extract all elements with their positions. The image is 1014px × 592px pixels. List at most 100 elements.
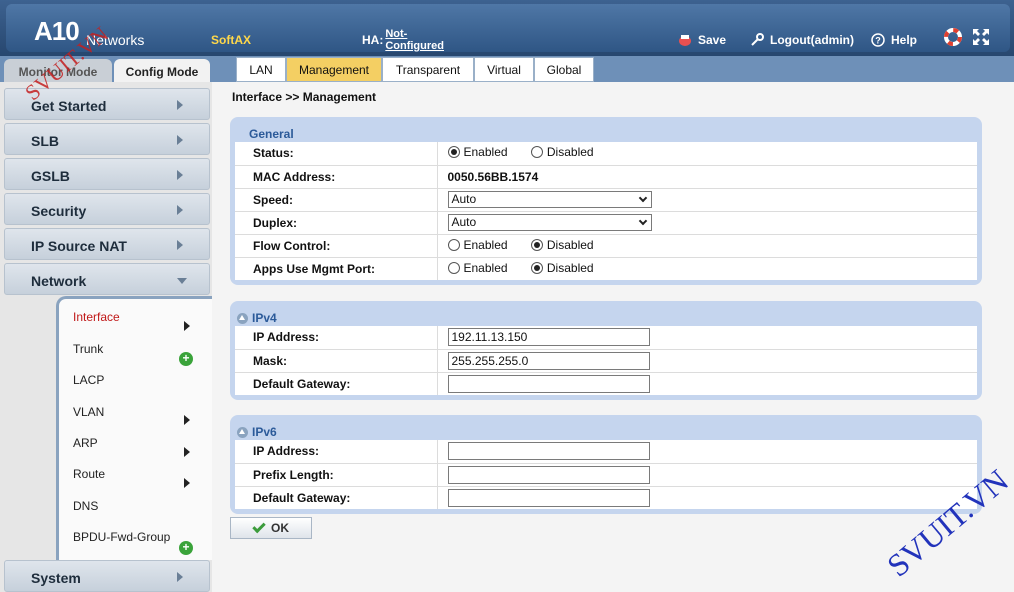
checkmark-icon xyxy=(252,519,266,533)
ha-status: HA: Not- Configured xyxy=(362,28,444,52)
chevron-right-icon[interactable] xyxy=(184,415,190,425)
apps-enabled-radio[interactable]: Enabled xyxy=(447,260,508,275)
ipv4-gateway-input[interactable] xyxy=(447,374,650,393)
chevron-right-icon[interactable] xyxy=(184,447,190,457)
ipv6-form: IP Address: Prefix Length: Default Gatew… xyxy=(235,440,977,509)
flow-control-field: Enabled Disabled xyxy=(437,234,977,258)
panel-title: General xyxy=(249,127,294,141)
ipv6-ip-field xyxy=(437,440,977,464)
flow-enabled-radio[interactable]: Enabled xyxy=(447,238,508,252)
tab-lan[interactable]: LAN xyxy=(236,57,286,82)
chevron-right-icon xyxy=(177,100,183,110)
save-label: Save xyxy=(698,33,727,47)
ipv6-ip-label: IP Address: xyxy=(235,440,438,464)
add-icon[interactable]: + xyxy=(179,352,193,366)
ipv4-panel-header[interactable]: IPv4 xyxy=(235,307,977,326)
table-row: Flow Control: Enabled Disabled xyxy=(235,234,977,258)
table-row: Status: Enabled Disabled xyxy=(235,142,977,166)
help-button[interactable]: ? Help xyxy=(871,33,917,47)
radio-label: Disabled xyxy=(546,260,594,275)
flow-disabled-radio[interactable]: Disabled xyxy=(530,237,594,252)
add-icon[interactable]: + xyxy=(179,541,193,555)
status-enabled-radio[interactable]: Enabled xyxy=(447,145,508,160)
sidebar-item-system[interactable]: System xyxy=(4,560,210,592)
table-row: Speed: Auto xyxy=(235,188,977,212)
ipv6-gateway-label: Default Gateway: xyxy=(235,486,438,509)
submenu-item-trunk[interactable]: Trunk xyxy=(73,342,103,356)
chevron-right-icon xyxy=(177,572,183,582)
tab-global[interactable]: Global xyxy=(534,57,594,82)
ha-label: HA: xyxy=(362,33,384,47)
chevron-right-icon[interactable] xyxy=(184,321,190,331)
app-header: A10 Networks SoftAX HA: Not- Configured … xyxy=(0,0,1014,56)
submenu-item-bpdu-fwd-group[interactable]: BPDU-Fwd-Group xyxy=(73,530,170,544)
table-row: Default Gateway: xyxy=(235,372,977,395)
table-row: Default Gateway: xyxy=(235,486,977,509)
chevron-down-icon xyxy=(638,216,647,226)
duplex-value: Auto xyxy=(451,215,477,229)
apps-disabled-radio[interactable]: Disabled xyxy=(530,260,594,275)
ipv6-prefix-input[interactable] xyxy=(447,465,650,484)
ipv4-ip-input[interactable]: 192.11.13.150 xyxy=(447,328,650,347)
submenu-item-route[interactable]: Route xyxy=(73,467,105,481)
ipv6-panel-header[interactable]: IPv6 xyxy=(235,421,977,440)
radio-selected-icon xyxy=(447,146,460,159)
tab-transparent[interactable]: Transparent xyxy=(382,57,474,82)
ha-status-line1: Not- xyxy=(385,28,408,40)
radio-selected-icon xyxy=(530,261,543,274)
sidebar-item-security[interactable]: Security xyxy=(4,193,210,225)
chevron-down-icon xyxy=(177,278,187,284)
ipv4-mask-input[interactable]: 255.255.255.0 xyxy=(447,351,650,370)
status-disabled-radio[interactable]: Disabled xyxy=(530,145,594,160)
save-button[interactable]: Save xyxy=(678,33,726,47)
general-form: Status: Enabled Disabled MAC Address: 00… xyxy=(235,142,977,280)
status-field: Enabled Disabled xyxy=(437,142,977,166)
speed-value: Auto xyxy=(451,192,477,206)
submenu-item-lacp[interactable]: LACP xyxy=(73,373,104,387)
fullscreen-icon[interactable] xyxy=(972,28,990,46)
apps-mgmt-label: Apps Use Mgmt Port: xyxy=(235,257,438,280)
duplex-field: Auto xyxy=(437,211,977,235)
submenu-item-interface[interactable]: Interface xyxy=(73,310,120,324)
table-row: MAC Address: 0050.56BB.1574 xyxy=(235,165,977,189)
ipv6-gateway-field xyxy=(437,486,977,509)
submenu-item-dns[interactable]: DNS xyxy=(73,499,98,513)
speed-select[interactable]: Auto xyxy=(447,191,652,208)
duplex-select[interactable]: Auto xyxy=(447,214,652,231)
panel-title: IPv6 xyxy=(252,425,277,439)
chevron-down-icon xyxy=(638,193,647,203)
ok-button[interactable]: OK xyxy=(230,517,312,539)
chevron-right-icon[interactable] xyxy=(184,478,190,488)
sidebar-item-ip-source-nat[interactable]: IP Source NAT xyxy=(4,228,210,260)
sidebar-item-network[interactable]: Network xyxy=(4,263,210,295)
ipv6-ip-input[interactable] xyxy=(447,442,650,461)
header-bar: A10 Networks SoftAX HA: Not- Configured … xyxy=(6,4,1010,52)
sidebar-item-gslb[interactable]: GSLB xyxy=(4,158,210,190)
speed-label: Speed: xyxy=(235,188,438,212)
ipv6-gateway-input[interactable] xyxy=(447,488,650,507)
lifebuoy-icon[interactable] xyxy=(944,28,962,46)
radio-label: Disabled xyxy=(546,145,594,160)
collapse-icon[interactable] xyxy=(237,312,248,324)
sidebar-item-slb[interactable]: SLB xyxy=(4,123,210,155)
submenu-item-vlan[interactable]: VLAN xyxy=(73,405,104,419)
collapse-icon[interactable] xyxy=(237,426,248,438)
ipv4-gateway-label: Default Gateway: xyxy=(235,372,438,395)
tab-config-mode[interactable]: Config Mode xyxy=(114,59,210,82)
radio-label: Enabled xyxy=(463,145,508,160)
mac-label: MAC Address: xyxy=(235,165,438,189)
product-name: SoftAX xyxy=(211,33,251,47)
duplex-label: Duplex: xyxy=(235,211,438,235)
table-row: Mask: 255.255.255.0 xyxy=(235,349,977,373)
radio-label: Enabled xyxy=(463,260,508,275)
speed-field: Auto xyxy=(437,188,977,212)
interface-tab-bar: LAN Management Transparent Virtual Globa… xyxy=(212,56,1014,82)
ha-status-link[interactable]: Not- Configured xyxy=(385,28,444,52)
tab-management[interactable]: Management xyxy=(286,57,382,82)
flow-control-label: Flow Control: xyxy=(235,234,438,258)
tab-virtual[interactable]: Virtual xyxy=(474,57,534,82)
logout-button[interactable]: Logout(admin) xyxy=(750,33,854,47)
ipv4-form: IP Address: 192.11.13.150 Mask: 255.255.… xyxy=(235,326,977,395)
submenu-item-arp[interactable]: ARP xyxy=(73,436,98,450)
radio-label: Disabled xyxy=(546,237,594,252)
